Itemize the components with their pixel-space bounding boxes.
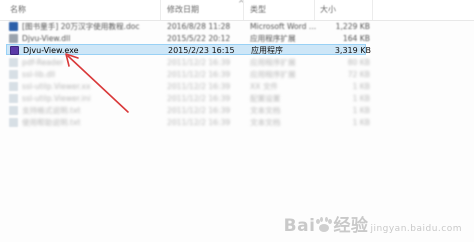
file-size: 80 KB: [347, 58, 370, 67]
file-explorer: ^ 名称 修改日期 类型 大小 [图书童手] 20万汉字使用教程.doc 201…: [0, 0, 474, 242]
file-row[interactable]: ssl-lib.dll 2011/12/2 16:39 应用程序扩展 72 KB: [6, 69, 370, 80]
file-type: Microsoft Word ...: [250, 22, 317, 31]
column-type-header[interactable]: 类型: [250, 4, 266, 15]
file-size: 1 KB: [352, 118, 370, 127]
file-size: 1 KB: [352, 106, 370, 115]
djvu-app-icon: [10, 46, 19, 55]
file-size: 1 KB: [352, 82, 370, 91]
file-name: pdf-Reader: [22, 58, 64, 67]
column-size-header[interactable]: 大小: [320, 4, 336, 15]
file-date: 2011/12/2 16:39: [167, 82, 231, 91]
file-name: 支持格式说明.txt: [22, 106, 81, 115]
dll-file-icon: [9, 34, 18, 43]
column-date-header[interactable]: 修改日期: [167, 4, 199, 15]
file-date: 2015/2/23 16:15: [168, 46, 235, 55]
watermark-text-right: 经验: [333, 216, 369, 236]
file-row[interactable]: ssl-utilp.Viewer.xx 2011/12/2 16:39 XX 文…: [6, 81, 370, 92]
file-type: 应用程序扩展: [250, 34, 296, 43]
file-name: Djvu-View.exe: [23, 46, 79, 55]
baidu-watermark: Bai 经验 jingyan.baidu.com: [284, 211, 462, 236]
file-type: 文本文档: [250, 106, 281, 115]
file-size: 3,319 KB: [334, 46, 371, 55]
file-type: 应用程序扩展: [250, 70, 296, 79]
file-icon: [9, 58, 18, 67]
watermark-text-left: Bai: [283, 216, 316, 236]
file-name: ssl-lib.dll: [22, 70, 56, 79]
file-row[interactable]: 支持格式说明.txt 2011/12/2 16:39 文本文档 1 KB: [6, 105, 370, 116]
file-row-doc[interactable]: [图书童手] 20万汉字使用教程.doc 2016/8/28 11:28 Mic…: [6, 21, 370, 32]
watermark-subtext: jingyan.baidu.com: [370, 224, 462, 234]
column-divider[interactable]: [243, 0, 244, 20]
file-icon: [9, 70, 18, 79]
word-doc-icon: [9, 22, 18, 31]
file-date: 2011/12/2 16:39: [167, 94, 231, 103]
file-type: 应用程序扩展: [250, 58, 296, 67]
file-type: 文本文档: [250, 118, 281, 127]
file-type: XX 文件: [250, 82, 279, 91]
file-size: 1,229 KB: [335, 22, 370, 31]
file-size: 72 KB: [347, 70, 370, 79]
file-name: ssl-utilp.Viewer.ini: [22, 94, 91, 103]
file-row[interactable]: 使用帮助说明.txt 2011/12/2 16:39 文本文档 1 KB: [6, 117, 370, 128]
column-divider[interactable]: [160, 0, 161, 20]
file-size: 164 KB: [342, 34, 370, 43]
file-row[interactable]: ssl-utilp.Viewer.ini 2011/12/2 16:39 配置设…: [6, 93, 370, 104]
file-row-dll[interactable]: Djvu-View.dll 2015/5/22 20:12 应用程序扩展 164…: [6, 33, 370, 44]
column-divider[interactable]: [372, 0, 373, 20]
file-icon: [9, 82, 18, 91]
column-header: ^ 名称 修改日期 类型 大小: [0, 0, 474, 21]
column-name-header[interactable]: 名称: [10, 4, 26, 15]
file-type: 应用程序: [251, 46, 283, 55]
file-date: 2011/12/2 16:39: [167, 106, 231, 115]
file-date: 2016/8/28 11:28: [167, 22, 231, 31]
file-name: [图书童手] 20万汉字使用教程.doc: [22, 22, 140, 31]
text-file-icon: [9, 106, 18, 115]
file-date: 2015/5/22 20:12: [167, 34, 231, 43]
file-type: 配置设置: [250, 94, 281, 103]
file-row[interactable]: pdf-Reader 2011/12/2 16:39 应用程序扩展 80 KB: [6, 57, 370, 68]
file-date: 2011/12/2 16:39: [167, 58, 231, 67]
file-date: 2011/12/2 16:39: [167, 70, 231, 79]
file-name: Djvu-View.dll: [22, 34, 71, 43]
file-name: ssl-utilp.Viewer.xx: [22, 82, 91, 91]
paw-logo-icon: [316, 217, 333, 233]
text-file-icon: [9, 118, 18, 127]
file-row-exe-selected[interactable]: Djvu-View.exe 2015/2/23 16:15 应用程序 3,319…: [6, 44, 371, 55]
file-size: 1 KB: [352, 94, 370, 103]
file-name: 使用帮助说明.txt: [22, 118, 81, 127]
file-date: 2011/12/2 16:39: [167, 118, 231, 127]
settings-file-icon: [9, 94, 18, 103]
column-divider[interactable]: [314, 0, 315, 20]
